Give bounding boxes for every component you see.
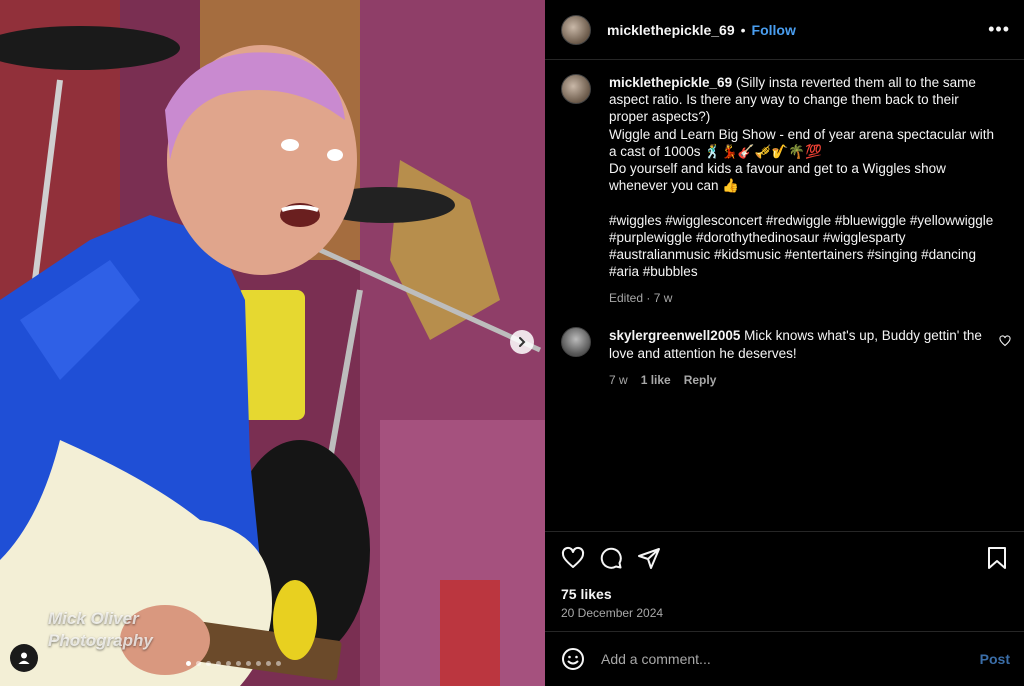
carousel-dot (196, 661, 201, 666)
carousel-dot (276, 661, 281, 666)
carousel-dot (226, 661, 231, 666)
post-photo (0, 0, 545, 686)
comment-body: skylergreenwell2005 Mick knows what's up… (609, 327, 994, 390)
commenter-avatar[interactable] (561, 327, 591, 357)
share-icon[interactable] (637, 546, 661, 570)
post-actions-section: 75 likes 20 December 2024 (545, 531, 1024, 620)
author-username[interactable]: micklethepickle_69 (607, 22, 735, 38)
likes-count[interactable]: 75 likes (545, 584, 1024, 602)
bookmark-icon[interactable] (986, 546, 1008, 570)
tagged-users-button[interactable] (10, 644, 38, 672)
commenter-username[interactable]: skylergreenwell2005 (609, 328, 740, 343)
post-comment-button[interactable]: Post (980, 651, 1010, 667)
carousel-dot (256, 661, 261, 666)
caption-username[interactable]: micklethepickle_69 (609, 75, 732, 90)
caption-avatar[interactable] (561, 74, 591, 104)
comment-reply-button[interactable]: Reply (684, 372, 717, 390)
comment-meta: 7 w 1 like Reply (609, 372, 994, 390)
comment-likes[interactable]: 1 like (641, 372, 671, 390)
comment-item: skylergreenwell2005 Mick knows what's up… (561, 327, 1011, 390)
post-caption: micklethepickle_69 (Silly insta reverted… (561, 74, 1001, 308)
post-date: 20 December 2024 (561, 606, 664, 620)
watermark-line1: Mick Oliver (48, 609, 139, 628)
like-icon[interactable] (561, 546, 585, 570)
post-details-panel: micklethepickle_69 • Follow ••• mickleth… (545, 0, 1024, 686)
comment-age: 7 w (609, 373, 628, 387)
carousel-dot (206, 661, 211, 666)
photo-watermark: Mick Oliver Photography (48, 608, 153, 652)
carousel-dot (246, 661, 251, 666)
more-options-button[interactable]: ••• (988, 19, 1010, 40)
comment-input[interactable]: Add a comment... (601, 651, 980, 667)
emoji-icon[interactable] (561, 647, 585, 671)
header-separator: • (740, 21, 746, 38)
comment-icon[interactable] (599, 546, 623, 570)
caption-text: (Silly insta reverted them all to the sa… (609, 75, 994, 280)
carousel-dot (236, 661, 241, 666)
post-header: micklethepickle_69 • Follow ••• (545, 0, 1024, 60)
chevron-right-icon (519, 337, 526, 347)
carousel-dot (186, 661, 191, 666)
carousel-dot (216, 661, 221, 666)
post-media[interactable]: Mick Oliver Photography (0, 0, 545, 686)
author-avatar[interactable] (561, 14, 591, 45)
carousel-dots (186, 661, 281, 666)
carousel-dot (266, 661, 271, 666)
add-comment-bar: Add a comment... Post (545, 631, 1024, 686)
action-bar (545, 532, 1024, 584)
user-tag-icon (18, 652, 30, 664)
comment-like-icon[interactable] (999, 335, 1011, 347)
carousel-next-button[interactable] (510, 330, 534, 354)
watermark-line2: Photography (48, 631, 153, 650)
follow-button[interactable]: Follow (752, 22, 796, 38)
caption-body: micklethepickle_69 (Silly insta reverted… (609, 74, 1001, 308)
caption-meta: Edited · 7 w (609, 291, 673, 306)
